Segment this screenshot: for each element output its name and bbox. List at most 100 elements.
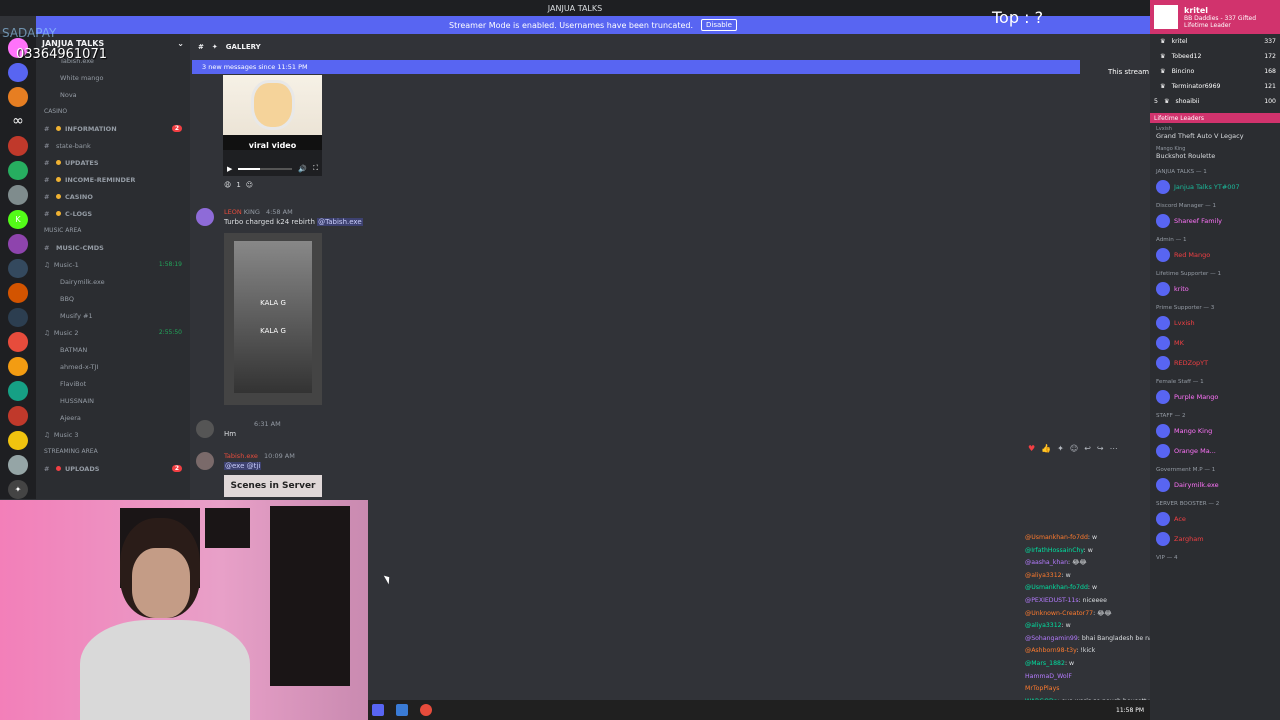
image-caption: Scenes in Server	[230, 481, 316, 491]
voice-user[interactable]: Dairymilk.exe	[36, 273, 190, 290]
voice-channel-music-2[interactable]: ♫ Music 2 2:55:50	[36, 324, 190, 341]
avatar[interactable]	[196, 452, 214, 470]
voice-user-name: White mango	[60, 73, 104, 82]
reaction-icon[interactable]: ✦	[1057, 444, 1064, 453]
server-icon[interactable]	[8, 136, 28, 156]
voice-channel-music-1[interactable]: ♫ Music-1 1:58:19	[36, 256, 190, 273]
kick-icon[interactable]: K	[8, 209, 28, 230]
leaderboard-name: Bincino	[1171, 68, 1195, 75]
mention-badge: 2	[171, 465, 182, 472]
mouse-cursor	[383, 573, 393, 585]
channel-updates[interactable]: # UPDATES	[36, 154, 190, 171]
member-item[interactable]: Orange Ma...	[1150, 441, 1280, 461]
crown-icon: ♛	[1163, 98, 1170, 105]
more-icon[interactable]: ⋯	[1110, 444, 1118, 453]
server-icon[interactable]	[8, 332, 28, 352]
server-icon[interactable]	[8, 234, 28, 254]
channel-casino[interactable]: # CASINO	[36, 188, 190, 205]
user-mention[interactable]: @Tabish.exe	[317, 218, 363, 226]
member-item[interactable]: krito	[1150, 279, 1280, 299]
member-item[interactable]: Ace	[1150, 509, 1280, 529]
video-attachment[interactable]: viral video ▶ 🔊 ⛶	[223, 75, 322, 176]
member-item[interactable]: MK	[1150, 333, 1280, 353]
server-icon[interactable]	[8, 160, 28, 181]
category-streaming[interactable]: STREAMING AREA	[36, 443, 190, 460]
forward-icon[interactable]: ↪	[1097, 444, 1104, 453]
voice-user[interactable]: Nova	[36, 86, 190, 103]
app-taskbar-icon[interactable]	[396, 704, 408, 716]
avatar[interactable]	[196, 420, 214, 438]
voice-user[interactable]: BATMAN	[36, 341, 190, 358]
category-casino[interactable]: CASINO	[36, 103, 190, 120]
voice-user[interactable]: BBQ	[36, 290, 190, 307]
volume-icon[interactable]: 🔊	[298, 165, 307, 173]
emoji-icon	[56, 194, 61, 199]
server-icon[interactable]	[8, 283, 28, 303]
voice-user[interactable]: White mango	[36, 69, 190, 86]
channel-state-bank[interactable]: # state-bank	[36, 137, 190, 154]
add-reaction-icon[interactable]: ☺	[246, 181, 253, 189]
member-item[interactable]: Zargham	[1150, 529, 1280, 549]
server-icon[interactable]	[8, 381, 28, 401]
fullscreen-icon[interactable]: ⛶	[313, 164, 318, 173]
infinity-icon[interactable]: ∞	[8, 111, 28, 132]
voice-user[interactable]: ahmed-x-TJI	[36, 358, 190, 375]
explore-icon[interactable]: ✦	[8, 479, 28, 500]
server-icon[interactable]	[8, 62, 28, 83]
obs-taskbar-icon[interactable]	[420, 704, 432, 716]
member-item[interactable]: Lvxish	[1150, 313, 1280, 333]
taskbar: 11:58 PM	[368, 700, 1150, 720]
new-messages-bar[interactable]: 3 new messages since 11:51 PM	[192, 60, 1080, 74]
voice-user[interactable]: HUSSNAIN	[36, 392, 190, 409]
member-name: REDZopYT	[1174, 359, 1209, 367]
user-mention[interactable]: @exe @tji	[224, 462, 262, 470]
video-progress[interactable]	[238, 167, 293, 170]
server-icon[interactable]	[8, 405, 28, 426]
server-icon[interactable]	[8, 455, 28, 475]
reply-icon[interactable]: ↩	[1084, 444, 1091, 453]
server-icon[interactable]	[8, 307, 28, 328]
role-header: SERVER BOOSTER — 2	[1156, 501, 1220, 507]
avatar[interactable]	[196, 208, 214, 226]
member-item[interactable]: Janjua Talks YT#007	[1150, 177, 1280, 197]
voice-user[interactable]: Musify #1	[36, 307, 190, 324]
server-icon[interactable]	[8, 356, 28, 377]
thumbs-up-icon[interactable]: 👍	[1041, 444, 1051, 453]
channel-uploads[interactable]: # UPLOADS 2	[36, 460, 190, 477]
member-item[interactable]: Dairymilk.exe	[1150, 475, 1280, 495]
discord-taskbar-icon[interactable]	[372, 704, 384, 716]
heart-icon[interactable]: ♥	[1028, 444, 1035, 453]
play-icon[interactable]: ▶	[227, 165, 232, 173]
chat-username: @IrfathHossainChy	[1025, 546, 1084, 554]
reaction-pill[interactable]: 😩 1 ☺	[224, 181, 253, 189]
add-reaction-icon[interactable]: ☺	[1070, 444, 1078, 453]
category-label: CASINO	[44, 108, 68, 115]
voice-channel-music-3[interactable]: ♫ Music 3	[36, 426, 190, 443]
member-item[interactable]: REDZopYT	[1150, 353, 1280, 373]
channel-c-logs[interactable]: # C-LOGS	[36, 205, 190, 222]
voice-user[interactable]: Ajeera	[36, 409, 190, 426]
image-attachment[interactable]: Scenes in Server	[224, 475, 322, 497]
server-icon[interactable]	[8, 258, 28, 279]
role-header: JANJUA TALKS — 1	[1156, 169, 1207, 175]
image-attachment[interactable]: KALA G KALA G	[224, 233, 322, 405]
activity-member[interactable]: Mango King Buckshot Roulette	[1150, 143, 1280, 163]
author-name[interactable]: Tabish.exe	[224, 452, 258, 460]
member-item[interactable]: Mango King	[1150, 421, 1280, 441]
server-icon[interactable]	[8, 87, 28, 107]
voice-user[interactable]: FlaviBot	[36, 375, 190, 392]
server-icon[interactable]	[8, 185, 28, 205]
activity-member[interactable]: Lvxish Grand Theft Auto V Legacy	[1150, 123, 1280, 143]
disable-streamer-mode-button[interactable]: Disable	[701, 19, 737, 31]
member-item[interactable]: Shareef Family	[1150, 211, 1280, 231]
member-item[interactable]: Red Mango	[1150, 245, 1280, 265]
server-icon[interactable]	[8, 430, 28, 451]
channel-music-cmds[interactable]: # MUSIC-CMDS	[36, 239, 190, 256]
member-name: Janjua Talks YT#007	[1174, 183, 1240, 191]
chat-text: : 😂😂	[1068, 559, 1087, 567]
member-item[interactable]: Purple Mango	[1150, 387, 1280, 407]
category-music[interactable]: MUSIC AREA	[36, 222, 190, 239]
author-name[interactable]: LEON	[224, 208, 242, 216]
channel-information[interactable]: # INFORMATION 2	[36, 120, 190, 137]
channel-income-reminder[interactable]: # INCOME-REMINDER	[36, 171, 190, 188]
